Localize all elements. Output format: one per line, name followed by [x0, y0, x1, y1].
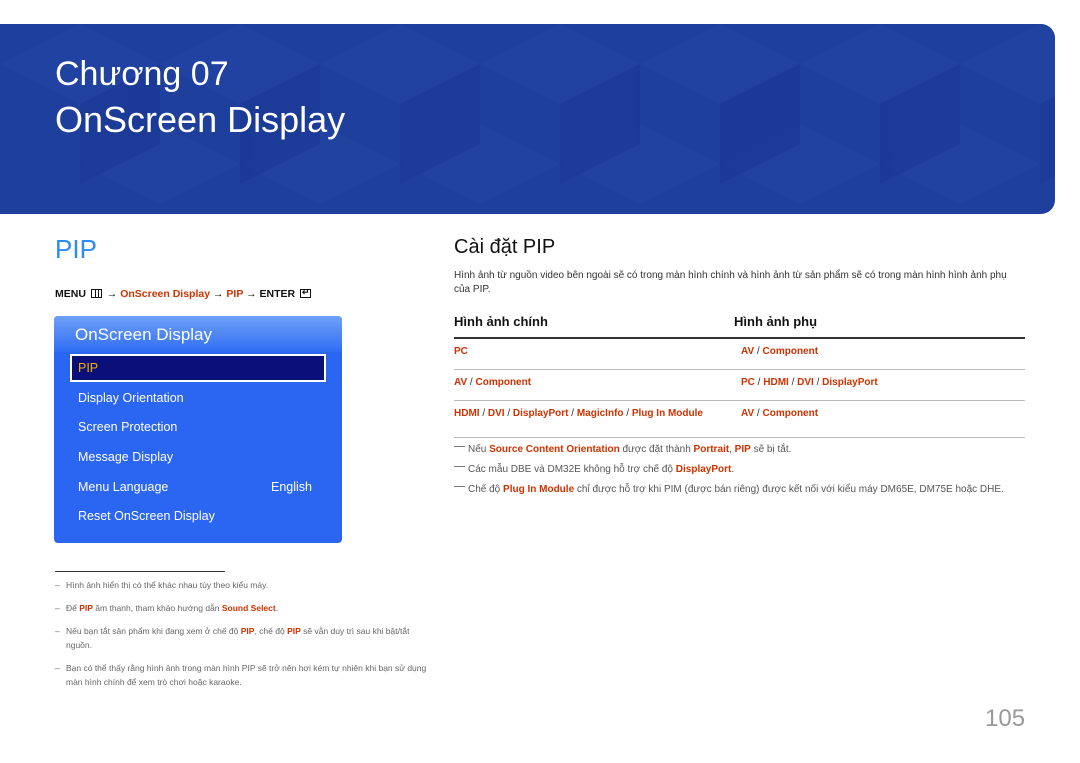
osd-item-label: Display Orientation — [78, 391, 184, 405]
osd-item-label: Screen Protection — [78, 420, 178, 434]
menu-path-step-onscreen-display: OnScreen Display — [120, 288, 211, 300]
table-row: HDMI / DVI / DisplayPort / MagicInfo / P… — [454, 401, 1025, 438]
menu-path-step-pip: PIP — [226, 288, 244, 300]
left-notes: – Hình ảnh hiển thị có thể khác nhau tùy… — [55, 578, 435, 698]
sound-select-link: Sound Select — [221, 603, 276, 613]
osd-item-value: English — [271, 480, 312, 494]
note-bar-icon — [454, 466, 465, 467]
subsection-description: Hình ảnh từ nguồn video bên ngoài sẽ có … — [454, 270, 1007, 295]
chapter-number: Chương 07 — [55, 55, 229, 93]
note: Chế độ Plug In Module chỉ được hỗ trợ kh… — [454, 483, 1029, 497]
arrow: → — [106, 288, 118, 300]
cell-main: HDMI / DVI / DisplayPort / MagicInfo / P… — [454, 408, 703, 419]
osd-item-label: PIP — [78, 361, 99, 375]
cell-main: AV / Component — [454, 377, 532, 388]
osd-item-label: Reset OnScreen Display — [78, 509, 215, 523]
enter-label: ENTER — [259, 288, 296, 300]
menu-label: MENU — [55, 288, 86, 300]
osd-item-display-orientation[interactable]: Display Orientation — [70, 384, 326, 412]
pip-source-table: Hình ảnh chính Hình ảnh phụ PC AV / Comp… — [454, 311, 1025, 438]
enter-icon — [300, 286, 311, 299]
table-row: AV / Component PC / HDMI / DVI / Display… — [454, 370, 1025, 401]
menu-grid-icon — [90, 289, 102, 298]
cell-sub: AV / Component — [741, 346, 819, 357]
cell-sub: PC / HDMI / DVI / DisplayPort — [741, 377, 878, 388]
header-sub-picture: Hình ảnh phụ — [734, 314, 818, 329]
arrow: → — [246, 288, 257, 300]
chapter-title: OnScreen Display — [55, 99, 346, 140]
osd-header: OnScreen Display — [54, 316, 342, 352]
subsection-title: Cài đặt PIP — [454, 236, 556, 258]
note: – Bạn có thể thấy rằng hình ảnh trong mà… — [55, 663, 427, 687]
osd-item-message-display[interactable]: Message Display — [70, 443, 326, 471]
note: – Hình ảnh hiển thị có thể khác nhau tùy… — [55, 580, 269, 590]
arrow: → — [212, 288, 224, 300]
osd-item-menu-language[interactable]: Menu Language English — [70, 473, 326, 501]
section-title: PIP — [55, 234, 97, 264]
osd-item-reset-onscreen-display[interactable]: Reset OnScreen Display — [70, 502, 326, 530]
note: – Để PIP âm thanh, tham khảo hướng dẫn S… — [55, 603, 279, 613]
osd-item-label: Menu Language — [78, 480, 169, 494]
table-header: Hình ảnh chính Hình ảnh phụ — [454, 311, 1025, 339]
note-bar-icon — [454, 486, 465, 487]
note: Nếu Source Content Orientation được đặt … — [454, 443, 1029, 457]
cell-sub: AV / Component — [741, 408, 819, 419]
chapter-banner: Chương 07 OnScreen Display — [0, 24, 1055, 214]
osd-item-pip[interactable]: PIP — [70, 354, 326, 382]
note-bar-icon — [454, 446, 465, 447]
header-main-picture: Hình ảnh chính — [454, 314, 548, 329]
note: – Nếu bạn tắt sản phẩm khi đang xem ở ch… — [55, 626, 410, 650]
right-notes: Nếu Source Content Orientation được đặt … — [454, 443, 1029, 503]
table-row: PC AV / Component — [454, 339, 1025, 370]
osd-menu: OnScreen Display PIP Display Orientation… — [54, 316, 342, 543]
osd-item-screen-protection[interactable]: Screen Protection — [70, 413, 326, 441]
osd-item-label: Message Display — [78, 450, 174, 464]
menu-path: MENU → OnScreen Display → PIP → ENTER — [55, 286, 313, 301]
footnote-divider — [55, 571, 225, 572]
note: Các mẫu DBE và DM32E không hỗ trợ chế độ… — [454, 463, 1029, 477]
page-number: 105 — [985, 705, 1026, 732]
cell-main: PC — [454, 346, 468, 357]
